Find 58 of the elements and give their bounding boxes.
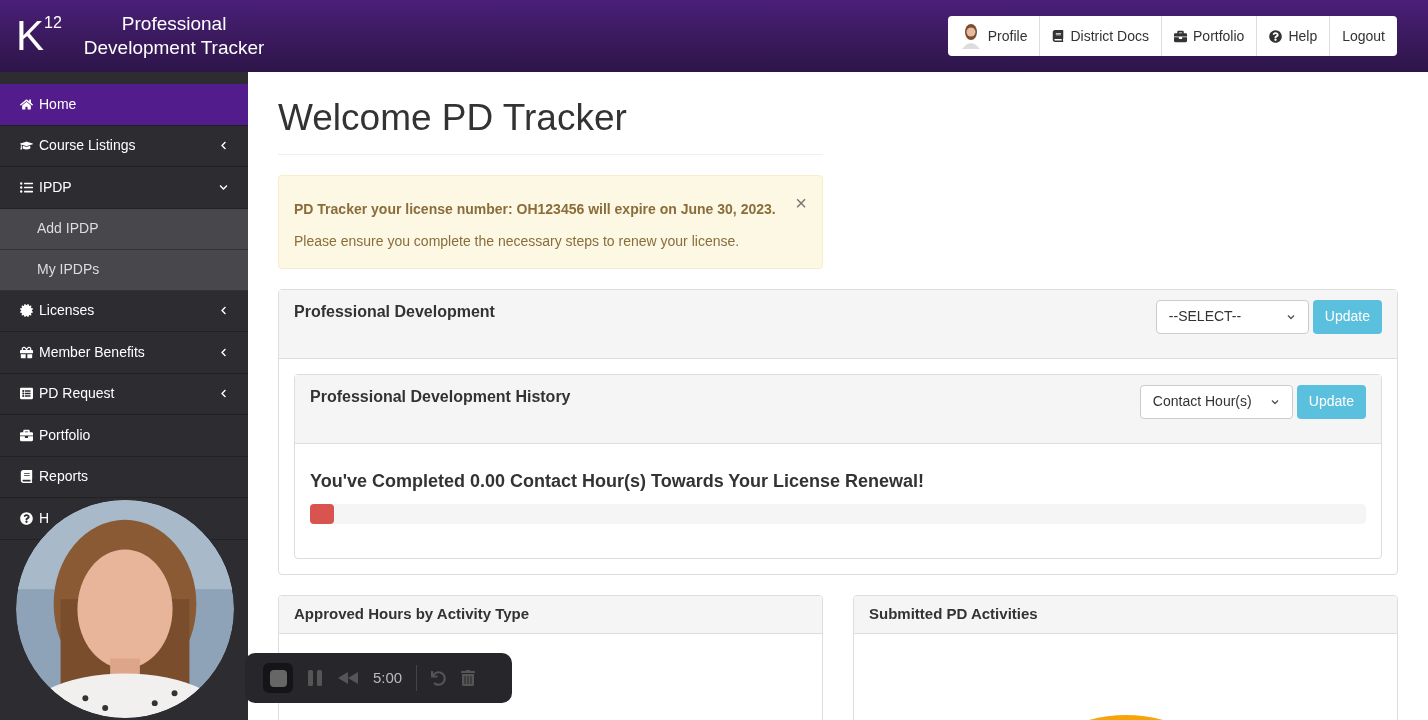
select-field[interactable]: --SELECT-- [1155, 299, 1309, 334]
submenu-item[interactable]: My IPDPs [0, 249, 248, 291]
close-button[interactable]: × [795, 192, 807, 213]
panel-title: Professional Development [294, 301, 495, 322]
panel-title: Submitted PD Activities [869, 603, 1038, 624]
sidebar-item[interactable]: Portfolio [0, 415, 248, 457]
recording-time: 5:00 [373, 667, 403, 688]
select-field[interactable]: Contact Hour(s) [1139, 384, 1293, 419]
alert-title: PD Tracker your license number: OH123456 will expire on June 30, 2023. [294, 199, 776, 219]
sidebar-label: Home [39, 94, 77, 114]
panel-title: Approved Hours by Activity Type [294, 603, 530, 624]
nav-button[interactable]: Help [1256, 16, 1330, 56]
sidebar-label: Member Benefits [39, 342, 145, 362]
avatar-icon [959, 23, 982, 49]
logo-mark: K [16, 15, 44, 57]
gift-icon [20, 345, 33, 359]
help-icon [20, 511, 33, 525]
sidebar-label: Course Listings [39, 136, 136, 156]
nav-button[interactable]: Logout [1329, 16, 1397, 56]
nav-button[interactable]: Portfolio [1161, 16, 1257, 56]
logo-superscript: 12 [44, 15, 62, 31]
sidebar-item[interactable]: Member Benefits [0, 332, 248, 374]
home-icon [20, 97, 33, 111]
sidebar-label: Licenses [39, 301, 95, 321]
book-icon [1052, 30, 1065, 42]
sidebar-item[interactable]: Reports [0, 456, 248, 498]
book-icon [20, 470, 33, 484]
help-icon [1269, 29, 1283, 43]
sidebar-item[interactable]: IPDP [0, 167, 248, 209]
pause-icon[interactable] [307, 669, 323, 687]
sidebar-label: IPDP [39, 177, 72, 197]
sidebar-label: Reports [39, 467, 89, 487]
nav-button[interactable]: District Docs [1039, 16, 1161, 56]
alert-message: Please ensure you complete the necessary steps to renew your license. [294, 231, 741, 251]
logo-title: Professional [121, 12, 227, 36]
panel-title: Professional Development History [310, 386, 571, 407]
badge-icon [20, 304, 33, 318]
submenu-item[interactable]: Add IPDP [0, 208, 248, 250]
sidebar-item[interactable]: Home [0, 84, 248, 126]
delete-icon[interactable] [460, 670, 477, 686]
briefcase-icon [20, 428, 33, 442]
list-icon [20, 180, 33, 194]
table-icon [20, 387, 33, 401]
sidebar-item[interactable]: H [20, 511, 50, 526]
completed-heading: You've Completed 0.00 Contact Hour(s) Towards Your License Renewal! [310, 469, 926, 493]
briefcase-icon [1174, 29, 1187, 43]
page-title: Welcome PD Tracker [278, 90, 823, 155]
restart-icon[interactable] [431, 670, 447, 686]
sidebar-label: PD Request [39, 384, 115, 404]
sidebar-item[interactable]: PD Request [0, 373, 248, 415]
sidebar-label: Portfolio [39, 425, 91, 445]
nav-button[interactable]: Profile [947, 16, 1040, 56]
rewind-icon[interactable] [337, 671, 359, 685]
logo-title: Development Tracker [83, 36, 265, 60]
stop-button[interactable] [263, 663, 293, 693]
sidebar-label: H [39, 511, 50, 526]
sidebar-item[interactable]: Course Listings [0, 125, 248, 167]
sidebar-item[interactable]: Licenses [0, 290, 248, 332]
